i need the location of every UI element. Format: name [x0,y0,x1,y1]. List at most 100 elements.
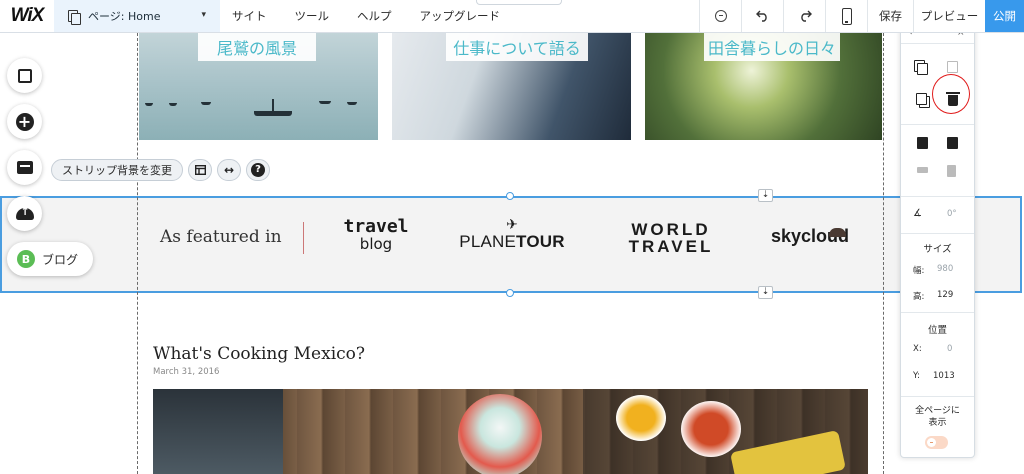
height-value[interactable]: 129 [937,290,953,300]
width-value[interactable]: 980 [937,264,953,274]
download-icon[interactable]: ⇣ [758,286,773,299]
toolbar-right: 保存 プレビュー 公開 [699,0,1024,32]
strip-bottom-handle[interactable] [506,289,514,297]
blog-button[interactable]: B ブログ [7,242,93,276]
planetour-bold: TOUR [516,232,565,251]
download-icon[interactable]: ⇣ [758,189,773,202]
planetour-thin: PLANE [459,232,517,251]
help-icon: ? [251,163,265,177]
planetour-logo-text: PLANETOUR [455,232,569,252]
post-title[interactable]: What's Cooking Mexico? [153,344,365,364]
stretch-icon: ↔ [223,163,235,177]
image-shadow-area [153,389,283,474]
add-button[interactable]: + [7,104,42,139]
angle-icon: ∡ [913,208,922,219]
boat [319,101,331,104]
strip-toolbar: ストリップ背景を変更 ↔ ? [51,158,275,182]
size-label: サイズ [923,244,952,255]
airplane-icon: ✈ [506,217,518,233]
wix-logo[interactable]: WiX [0,0,54,32]
preview-button[interactable]: プレビュー [913,0,985,32]
post-date: March 31, 2016 [153,367,220,377]
change-strip-background-button[interactable]: ストリップ背景を変更 [51,159,183,181]
undo-icon [755,10,767,22]
boat-mast [272,99,274,112]
send-backward-icon[interactable] [947,137,958,149]
page-selector-label: ページ: Home [88,10,161,23]
zoom-out-icon [714,10,727,22]
paste-icon [947,61,958,73]
arrange-section [901,124,974,194]
menu-upgrade[interactable]: アップグレード [420,8,501,24]
layout-icon [194,165,206,175]
height-label: 高: [913,292,925,302]
gallery-image-3[interactable]: 田舎暮らしの日々 [645,33,882,140]
boat [201,102,211,105]
position-label: 位置 [927,325,947,336]
post-image[interactable] [153,389,868,474]
gallery-caption-1: 尾鷲の風景 [198,33,316,61]
gallery-caption-3: 田舎暮らしの日々 [704,33,840,61]
featured-text: As featured in [160,227,282,247]
blog-label: ブログ [42,252,79,267]
show-all-pages-toggle[interactable] [925,436,948,449]
save-button[interactable]: 保存 [867,0,913,32]
world-travel-logo-line1: WORLD [631,220,711,239]
boat [145,103,153,106]
blog-icon: B [17,250,35,268]
x-label: X: [913,344,922,354]
gallery-caption-2: 仕事について語る [446,33,588,61]
gallery-image-1[interactable]: 尾鷲の風景 [139,33,378,140]
cloud-icon [829,228,846,237]
layout-button[interactable] [188,159,212,181]
menu-tools[interactable]: ツール [295,8,330,24]
angle-value[interactable]: 0° [947,209,957,219]
bring-forward-icon[interactable] [917,137,928,149]
app-market-icon [16,161,33,174]
menu-help[interactable]: ヘルプ [357,8,392,24]
zoom-out-button[interactable] [699,0,741,32]
publish-button[interactable]: 公開 [985,0,1024,32]
undo-button[interactable] [741,0,783,32]
page-guide-left [137,33,138,474]
mobile-view-button[interactable] [825,0,867,32]
featured-divider [303,222,304,254]
align-icon [917,167,928,173]
distribute-icon [947,165,956,177]
redo-button[interactable] [783,0,825,32]
menu-site[interactable]: サイト [232,8,267,24]
mobile-icon [841,7,852,25]
pico-bowl [681,401,741,457]
y-value[interactable]: 1013 [933,371,955,381]
page-guide-right [883,33,884,474]
stretch-button[interactable]: ↔ [217,159,241,181]
collapse-tab[interactable]: ⌃ [476,0,562,5]
page-selector[interactable]: ページ: Home ▾ [54,0,220,32]
duplicate-icon[interactable] [916,93,927,105]
travel-blog-logo-line1: travel [343,216,409,237]
width-label: 幅: [913,266,925,276]
y-label: Y: [913,371,920,381]
app-market-button[interactable] [7,150,42,185]
rotate-section: ∡ 0° [901,196,974,234]
travel-blog-logo-line2: blog [359,235,393,253]
top-bar: WiX ページ: Home ▾ サイト ツール ヘルプ アップグレード ⌃ 保存… [0,0,1024,33]
plus-icon: + [15,112,34,131]
upload-button[interactable] [7,196,42,231]
background-button[interactable] [7,58,42,93]
x-value[interactable]: 0 [947,344,952,354]
help-button[interactable]: ? [246,159,270,181]
travel-blog-logo: travel blog [342,216,410,253]
pages-icon [68,9,81,25]
chevron-down-icon: ▾ [201,10,206,20]
boat [169,103,177,106]
copy-icon[interactable] [917,63,928,75]
gallery-image-2[interactable]: 仕事について語る [392,33,631,140]
annotation-circle [932,74,970,114]
strip-top-handle[interactable] [506,192,514,200]
world-travel-logo-line2: TRAVEL [628,237,714,256]
boat [347,102,357,105]
show-all-pages-line2: 表示 [928,418,947,428]
salsa-bowl [616,395,666,441]
planetour-logo: ✈ PLANETOUR [455,218,569,252]
